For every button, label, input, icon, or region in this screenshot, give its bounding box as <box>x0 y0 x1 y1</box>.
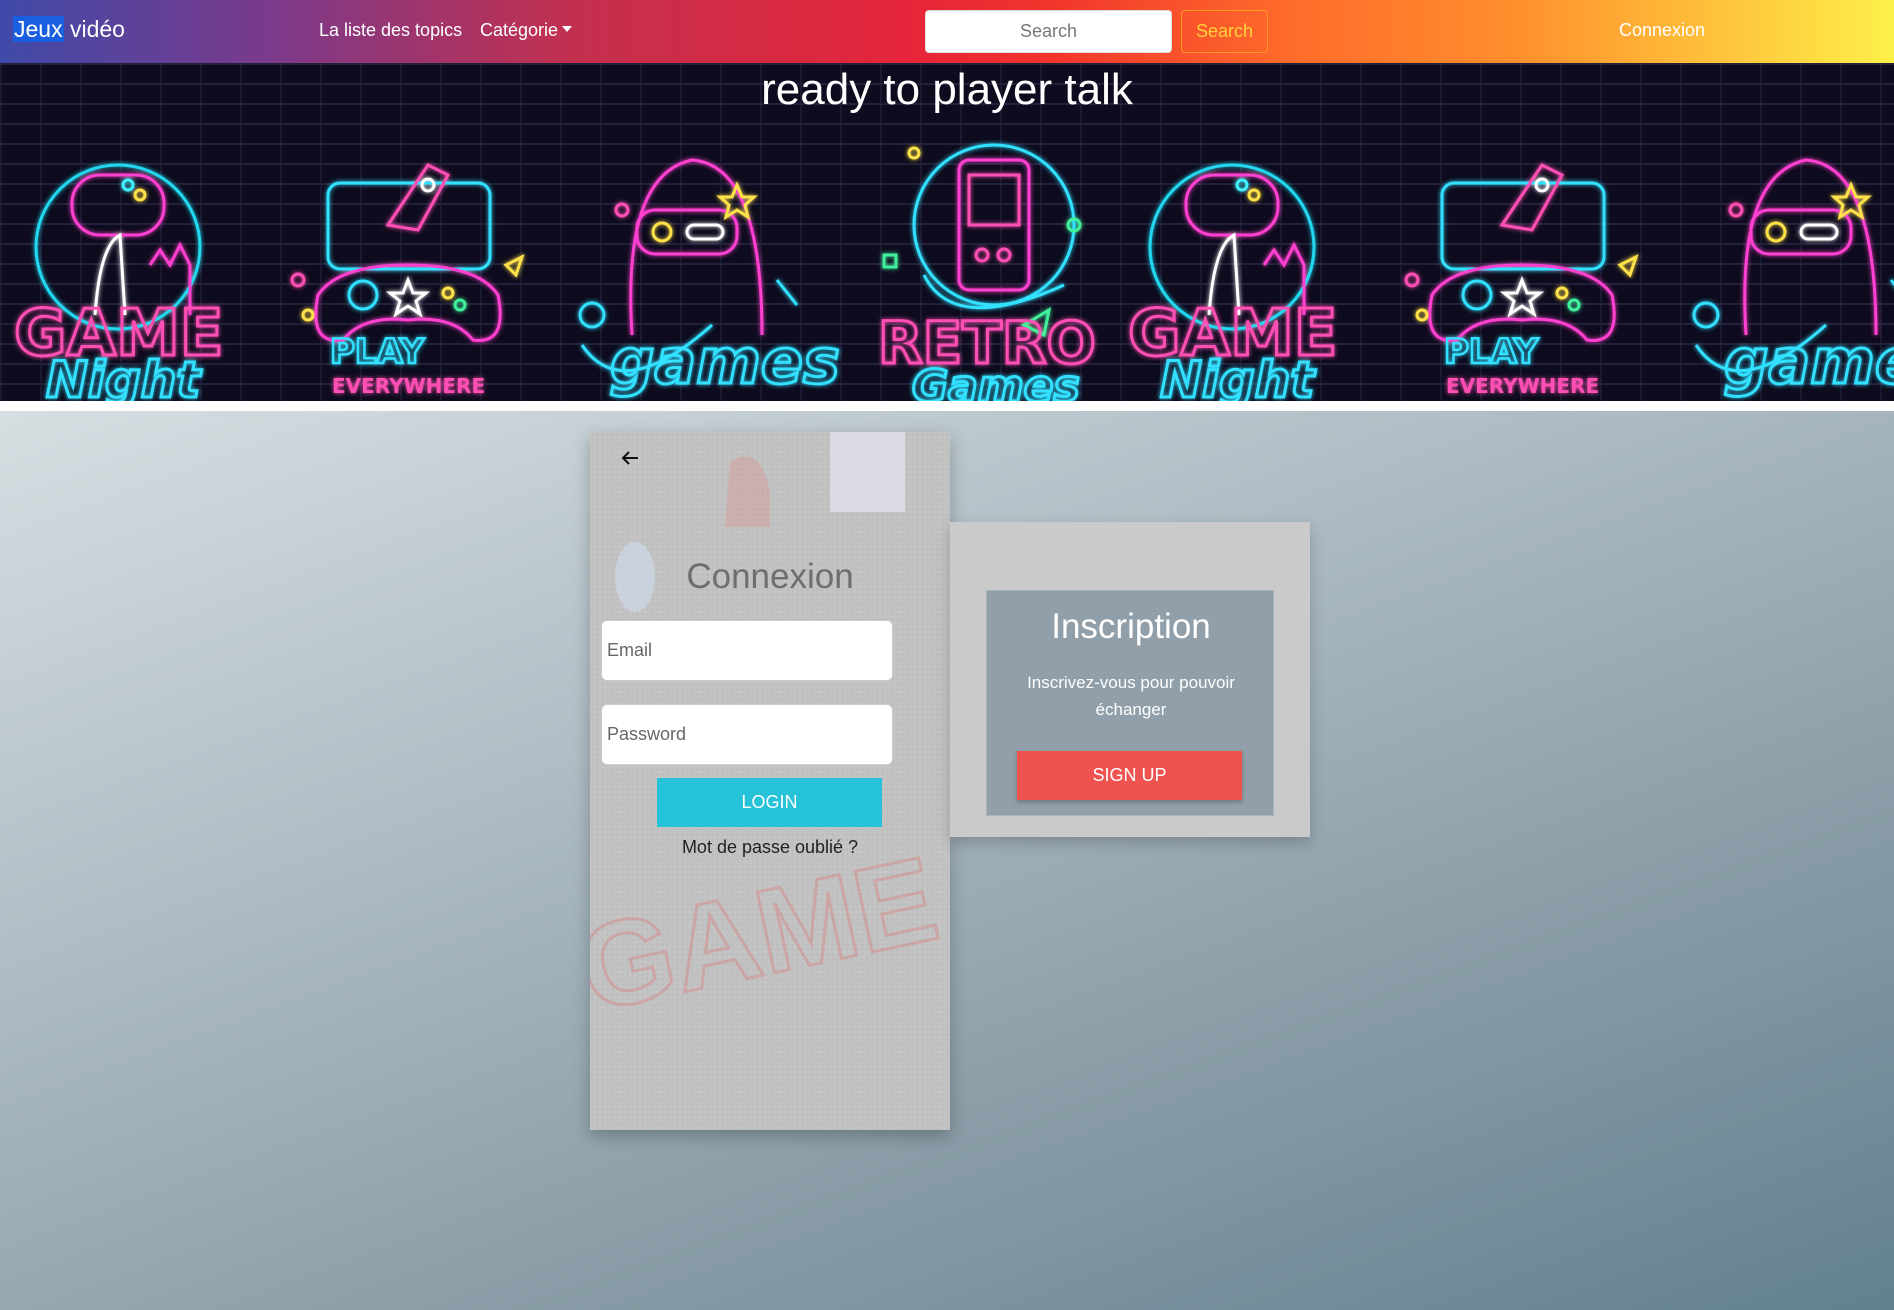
brand-link[interactable]: Jeux vidéo <box>13 16 125 43</box>
forgot-password-link[interactable]: Mot de passe oublié ? <box>590 837 950 858</box>
nav-login-link[interactable]: Connexion <box>1619 20 1705 41</box>
top-navbar: Jeux vidéo La liste des topics Catégorie… <box>0 0 1894 63</box>
neon-signs-image: GAME Night PLAY EVERYWHERE <box>0 115 1894 401</box>
signup-panel: Inscription Inscrivez-vous pour pouvoir … <box>950 522 1310 837</box>
search-input[interactable] <box>925 10 1172 53</box>
banner-title: ready to player talk <box>761 65 1133 114</box>
nav-category-dropdown[interactable]: Catégorie <box>480 20 573 41</box>
signup-title: Inscription <box>1051 607 1211 646</box>
signup-button[interactable]: SIGN UP <box>1017 751 1242 800</box>
signup-description: Inscrivez-vous pour pouvoir échanger <box>1027 673 1235 719</box>
caret-down-icon <box>562 26 573 33</box>
arrow-left-icon[interactable] <box>618 446 642 470</box>
brand-rest: vidéo <box>63 16 125 42</box>
nav-topics-link[interactable]: La liste des topics <box>319 20 462 41</box>
search-button[interactable]: Search <box>1181 10 1268 53</box>
email-field[interactable] <box>601 620 893 681</box>
divider <box>0 401 1894 411</box>
signup-card: Inscription Inscrivez-vous pour pouvoir … <box>986 590 1274 816</box>
login-panel: GAME O Connexion LOGIN Mot de passe oubl… <box>590 432 950 1130</box>
hero-banner: GAME Night PLAY EVERYWHERE <box>0 63 1894 401</box>
login-title: Connexion <box>686 557 854 596</box>
password-field[interactable] <box>601 704 893 765</box>
login-button[interactable]: LOGIN <box>657 778 882 827</box>
category-label: Catégorie <box>480 20 559 40</box>
brand-highlight: Jeux <box>13 16 64 42</box>
